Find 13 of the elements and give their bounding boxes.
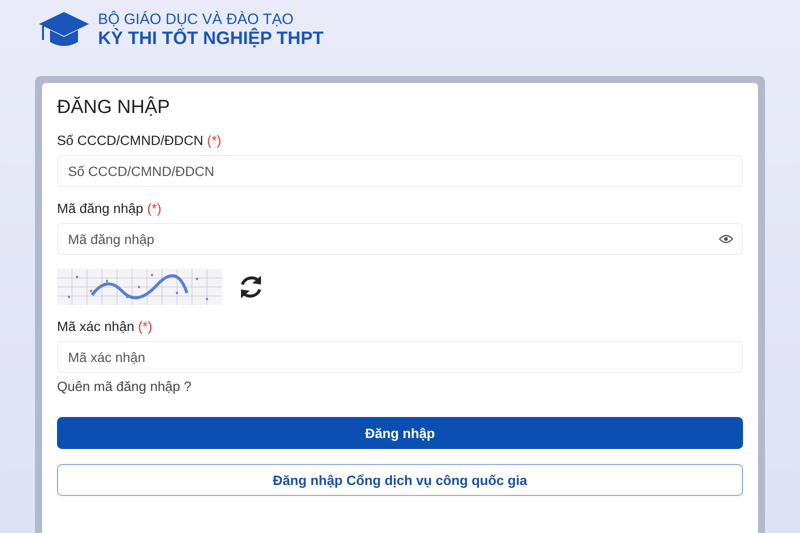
national-portal-login-button[interactable]: Đăng nhập Cổng dịch vụ công quốc gia <box>57 464 743 496</box>
input-field[interactable]: Mã xác nhận <box>57 341 743 373</box>
field-label: Mã đăng nhập (*) <box>57 201 162 216</box>
input-field[interactable]: Mã đăng nhập <box>57 223 743 255</box>
form-title: ĐĂNG NHẬP <box>57 97 170 119</box>
login-button[interactable]: Đăng nhập <box>57 417 743 449</box>
field-label: Số CCCD/CMND/ĐDCN (*) <box>57 133 222 148</box>
ministry-name: BỘ GIÁO DỤC VÀ ĐÀO TẠO <box>98 11 295 28</box>
forgot-password-link[interactable]: Quên mã đăng nhập ? <box>57 379 192 394</box>
input-field[interactable]: Số CCCD/CMND/ĐDCN <box>57 155 743 187</box>
exam-title: KỲ THI TỐT NGHIỆP THPT <box>98 28 324 49</box>
field-label: Mã xác nhận (*) <box>57 319 152 334</box>
eye-icon[interactable] <box>719 234 733 244</box>
